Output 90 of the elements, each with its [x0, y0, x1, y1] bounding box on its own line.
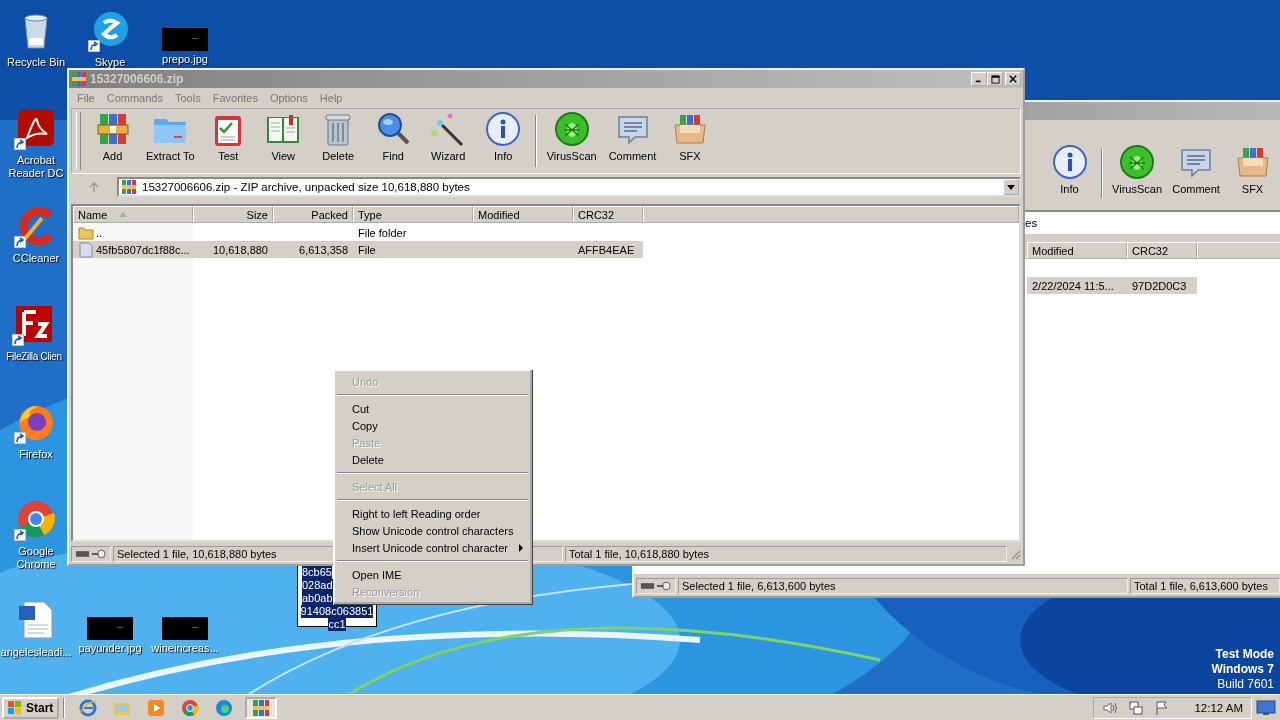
image-thumbnail[interactable]: [87, 617, 133, 640]
column-header[interactable]: Modified: [473, 206, 573, 223]
document-app-icon[interactable]: [16, 108, 56, 148]
menu-item[interactable]: Delete: [336, 451, 529, 468]
close-icon: [1009, 75, 1017, 83]
archive-icon: [251, 697, 272, 718]
clock[interactable]: 12:12 AM: [1194, 701, 1243, 714]
test-mode-text: Test Mode: [1215, 647, 1274, 662]
submenu-arrow-icon: [519, 543, 523, 552]
menu-item[interactable]: Right to left Reading order: [336, 505, 529, 522]
status-text: Total 1 file, 6,613,600 bytes: [1130, 578, 1280, 594]
toolbar-button[interactable]: Test: [200, 109, 256, 173]
column-header[interactable]: Modified: [1027, 242, 1127, 259]
icon-label: angelesleadi...: [0, 646, 72, 659]
speaker-icon[interactable]: [1102, 699, 1119, 716]
toolbar-button[interactable]: SFX: [662, 109, 718, 173]
icon-label: FileZilla Clien: [6, 350, 62, 363]
file-row[interactable]: 45fb5807dc1f88c... 10,618,880 6,613,358 File AFFB4EAE: [73, 241, 643, 258]
menu-item[interactable]: Cut: [336, 400, 529, 417]
icon-label: Firefox: [19, 448, 53, 461]
books-icon: [94, 111, 131, 147]
bug-icon: [553, 111, 590, 147]
taskbar-app-button[interactable]: [245, 696, 278, 719]
toolbar-button[interactable]: Wizard: [420, 109, 476, 173]
toolbar-button[interactable]: VirusScan: [1107, 142, 1168, 204]
archive-icon: [71, 71, 87, 87]
image-thumbnail[interactable]: [162, 617, 208, 640]
icon-label: wineincreas...: [151, 642, 219, 655]
toolbar-button[interactable]: Comment: [602, 109, 663, 173]
toolbar-button[interactable]: Delete: [310, 109, 366, 173]
icon-label: Skype: [94, 56, 126, 69]
status-text: Total 1 file, 10,618,880 bytes: [565, 546, 1007, 562]
column-header[interactable]: CRC32: [573, 206, 643, 223]
column-header[interactable]: Type: [353, 206, 473, 223]
up-arrow-icon: [88, 181, 100, 193]
address-text: es: [1025, 217, 1038, 229]
maximize-icon: [990, 74, 1000, 84]
window-title: 15327006606.zip: [90, 72, 184, 86]
icon-label: prepo.jpg: [162, 53, 208, 66]
file-row[interactable]: 2/22/2024 11:5... 97D2D0C3: [1027, 277, 1197, 294]
file-row[interactable]: .. File folder: [73, 224, 643, 241]
column-header[interactable]: Packed: [273, 206, 353, 223]
resize-grip[interactable]: [1009, 548, 1021, 560]
toolbar-button[interactable]: Comment: [1167, 142, 1225, 204]
network-icon[interactable]: [1128, 699, 1145, 716]
build-text: Build 7601: [1217, 677, 1274, 692]
minimize-button[interactable]: [971, 72, 987, 86]
monitor-icon[interactable]: [1256, 699, 1276, 716]
start-button[interactable]: Start: [2, 696, 60, 719]
archive-icon: [121, 179, 137, 195]
icon-label: Google Chrome: [15, 545, 57, 571]
os-version-text: Windows 7: [1211, 662, 1274, 677]
browser-icon: [78, 697, 99, 718]
toolbar-button[interactable]: Info: [475, 109, 531, 173]
info-icon: [1051, 144, 1088, 180]
icon-label: payunder.jpg: [78, 642, 142, 655]
menu-item[interactable]: Open IME: [336, 566, 529, 583]
search-icon: [375, 111, 412, 147]
bug-icon: [1119, 144, 1156, 180]
icon-label: Acrobat Reader DC: [7, 154, 65, 180]
toolbar-button[interactable]: Info: [1042, 142, 1097, 204]
column-header[interactable]: Size: [193, 206, 273, 223]
file-icon: [78, 241, 94, 258]
icon-label: CCleaner: [12, 252, 60, 265]
status-text: Selected 1 file, 6,613,600 bytes: [678, 578, 1128, 594]
toolbar-button[interactable]: Add: [85, 109, 140, 173]
icon-label: Recycle Bin: [6, 56, 66, 69]
toolbar-button[interactable]: SFX: [1225, 142, 1280, 204]
column-header[interactable]: CRC32: [1127, 242, 1197, 259]
column-header[interactable]: Name: [73, 206, 193, 223]
toolbar-button[interactable]: View: [255, 109, 311, 173]
windows-logo-icon: [6, 699, 24, 716]
maximize-button[interactable]: [987, 72, 1003, 86]
dropdown-caret-icon[interactable]: [1007, 184, 1015, 190]
drive-key-icon: [75, 548, 107, 560]
toolbar-button[interactable]: Find: [365, 109, 421, 173]
drive-key-icon: [640, 580, 672, 592]
address-field[interactable]: 15327006606.zip - ZIP archive, unpacked size 10,618,880 bytes: [117, 177, 1021, 197]
toolbar-button[interactable]: VirusScan: [540, 109, 603, 173]
app-icon[interactable]: [14, 304, 54, 344]
image-thumbnail[interactable]: [162, 28, 208, 51]
menu-item[interactable]: Show Unicode control characters: [336, 522, 529, 539]
browser-icon: [214, 697, 235, 718]
menu-item[interactable]: Copy: [336, 417, 529, 434]
close-button[interactable]: [1005, 72, 1021, 86]
folder-icon: [78, 224, 94, 241]
document-icon[interactable]: [16, 600, 56, 640]
toolbar-button[interactable]: Extract To: [140, 109, 201, 173]
browser-icon[interactable]: [16, 499, 56, 539]
info-icon: [485, 111, 522, 147]
